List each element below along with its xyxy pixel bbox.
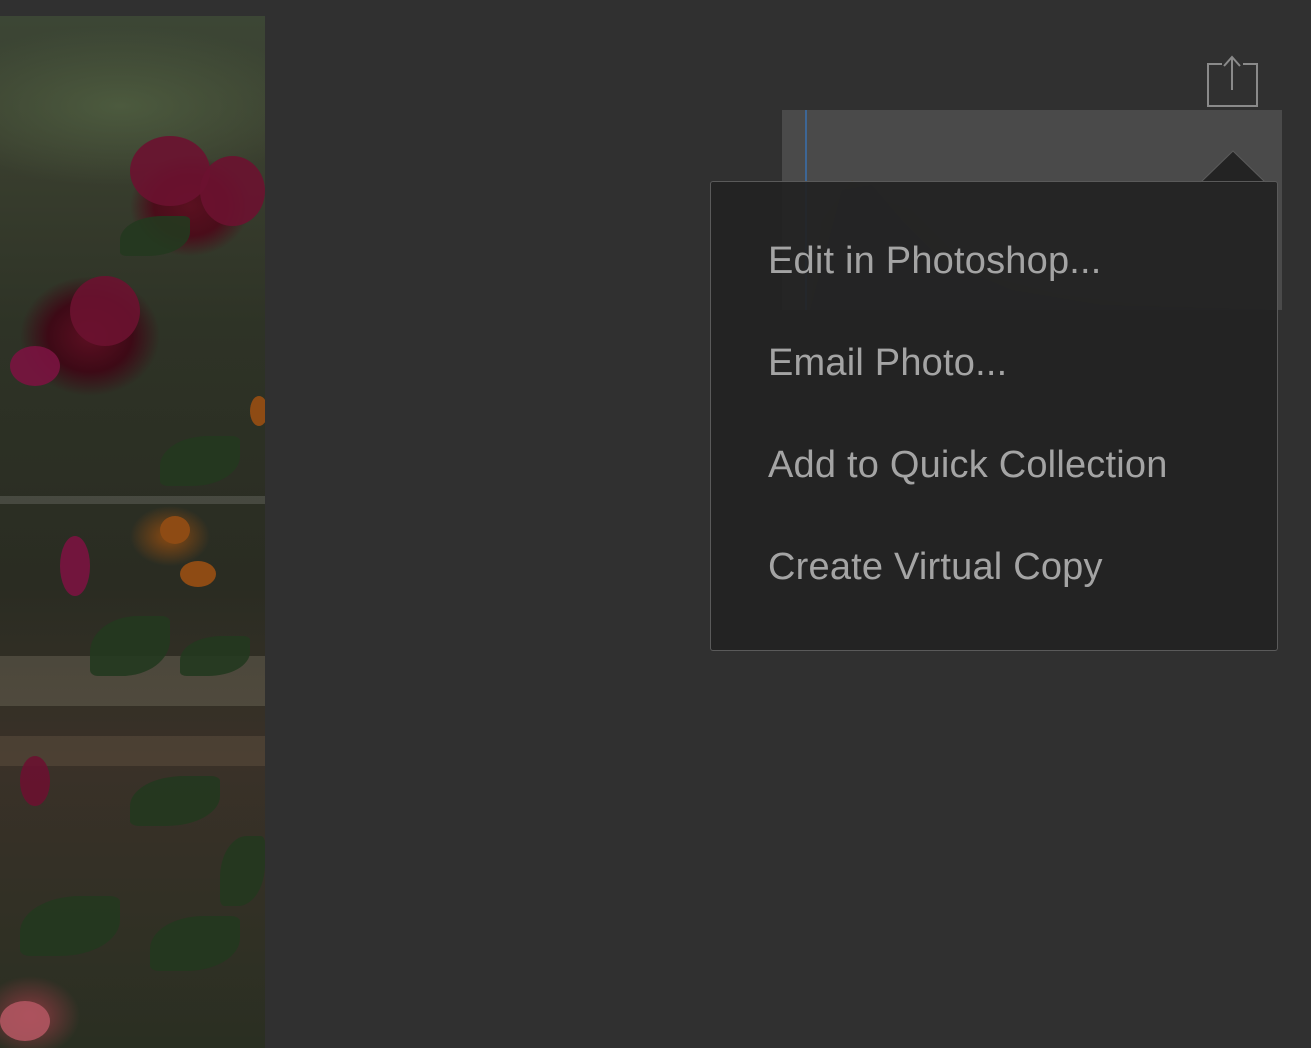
menu-item-email-photo[interactable]: Email Photo... xyxy=(768,342,1007,385)
menu-item-add-to-quick-collection[interactable]: Add to Quick Collection xyxy=(768,444,1168,487)
share-icon xyxy=(1207,55,1258,107)
menu-item-edit-in-photoshop[interactable]: Edit in Photoshop... xyxy=(768,240,1102,283)
menu-item-create-virtual-copy[interactable]: Create Virtual Copy xyxy=(768,546,1103,589)
share-button[interactable] xyxy=(1200,52,1264,112)
popup-arrow xyxy=(1200,150,1266,183)
photo-preview[interactable] xyxy=(0,16,265,1048)
share-menu: Edit in Photoshop... Email Photo... Add … xyxy=(710,181,1278,651)
app-window: Edit in Photoshop... Email Photo... Add … xyxy=(0,0,1311,1048)
